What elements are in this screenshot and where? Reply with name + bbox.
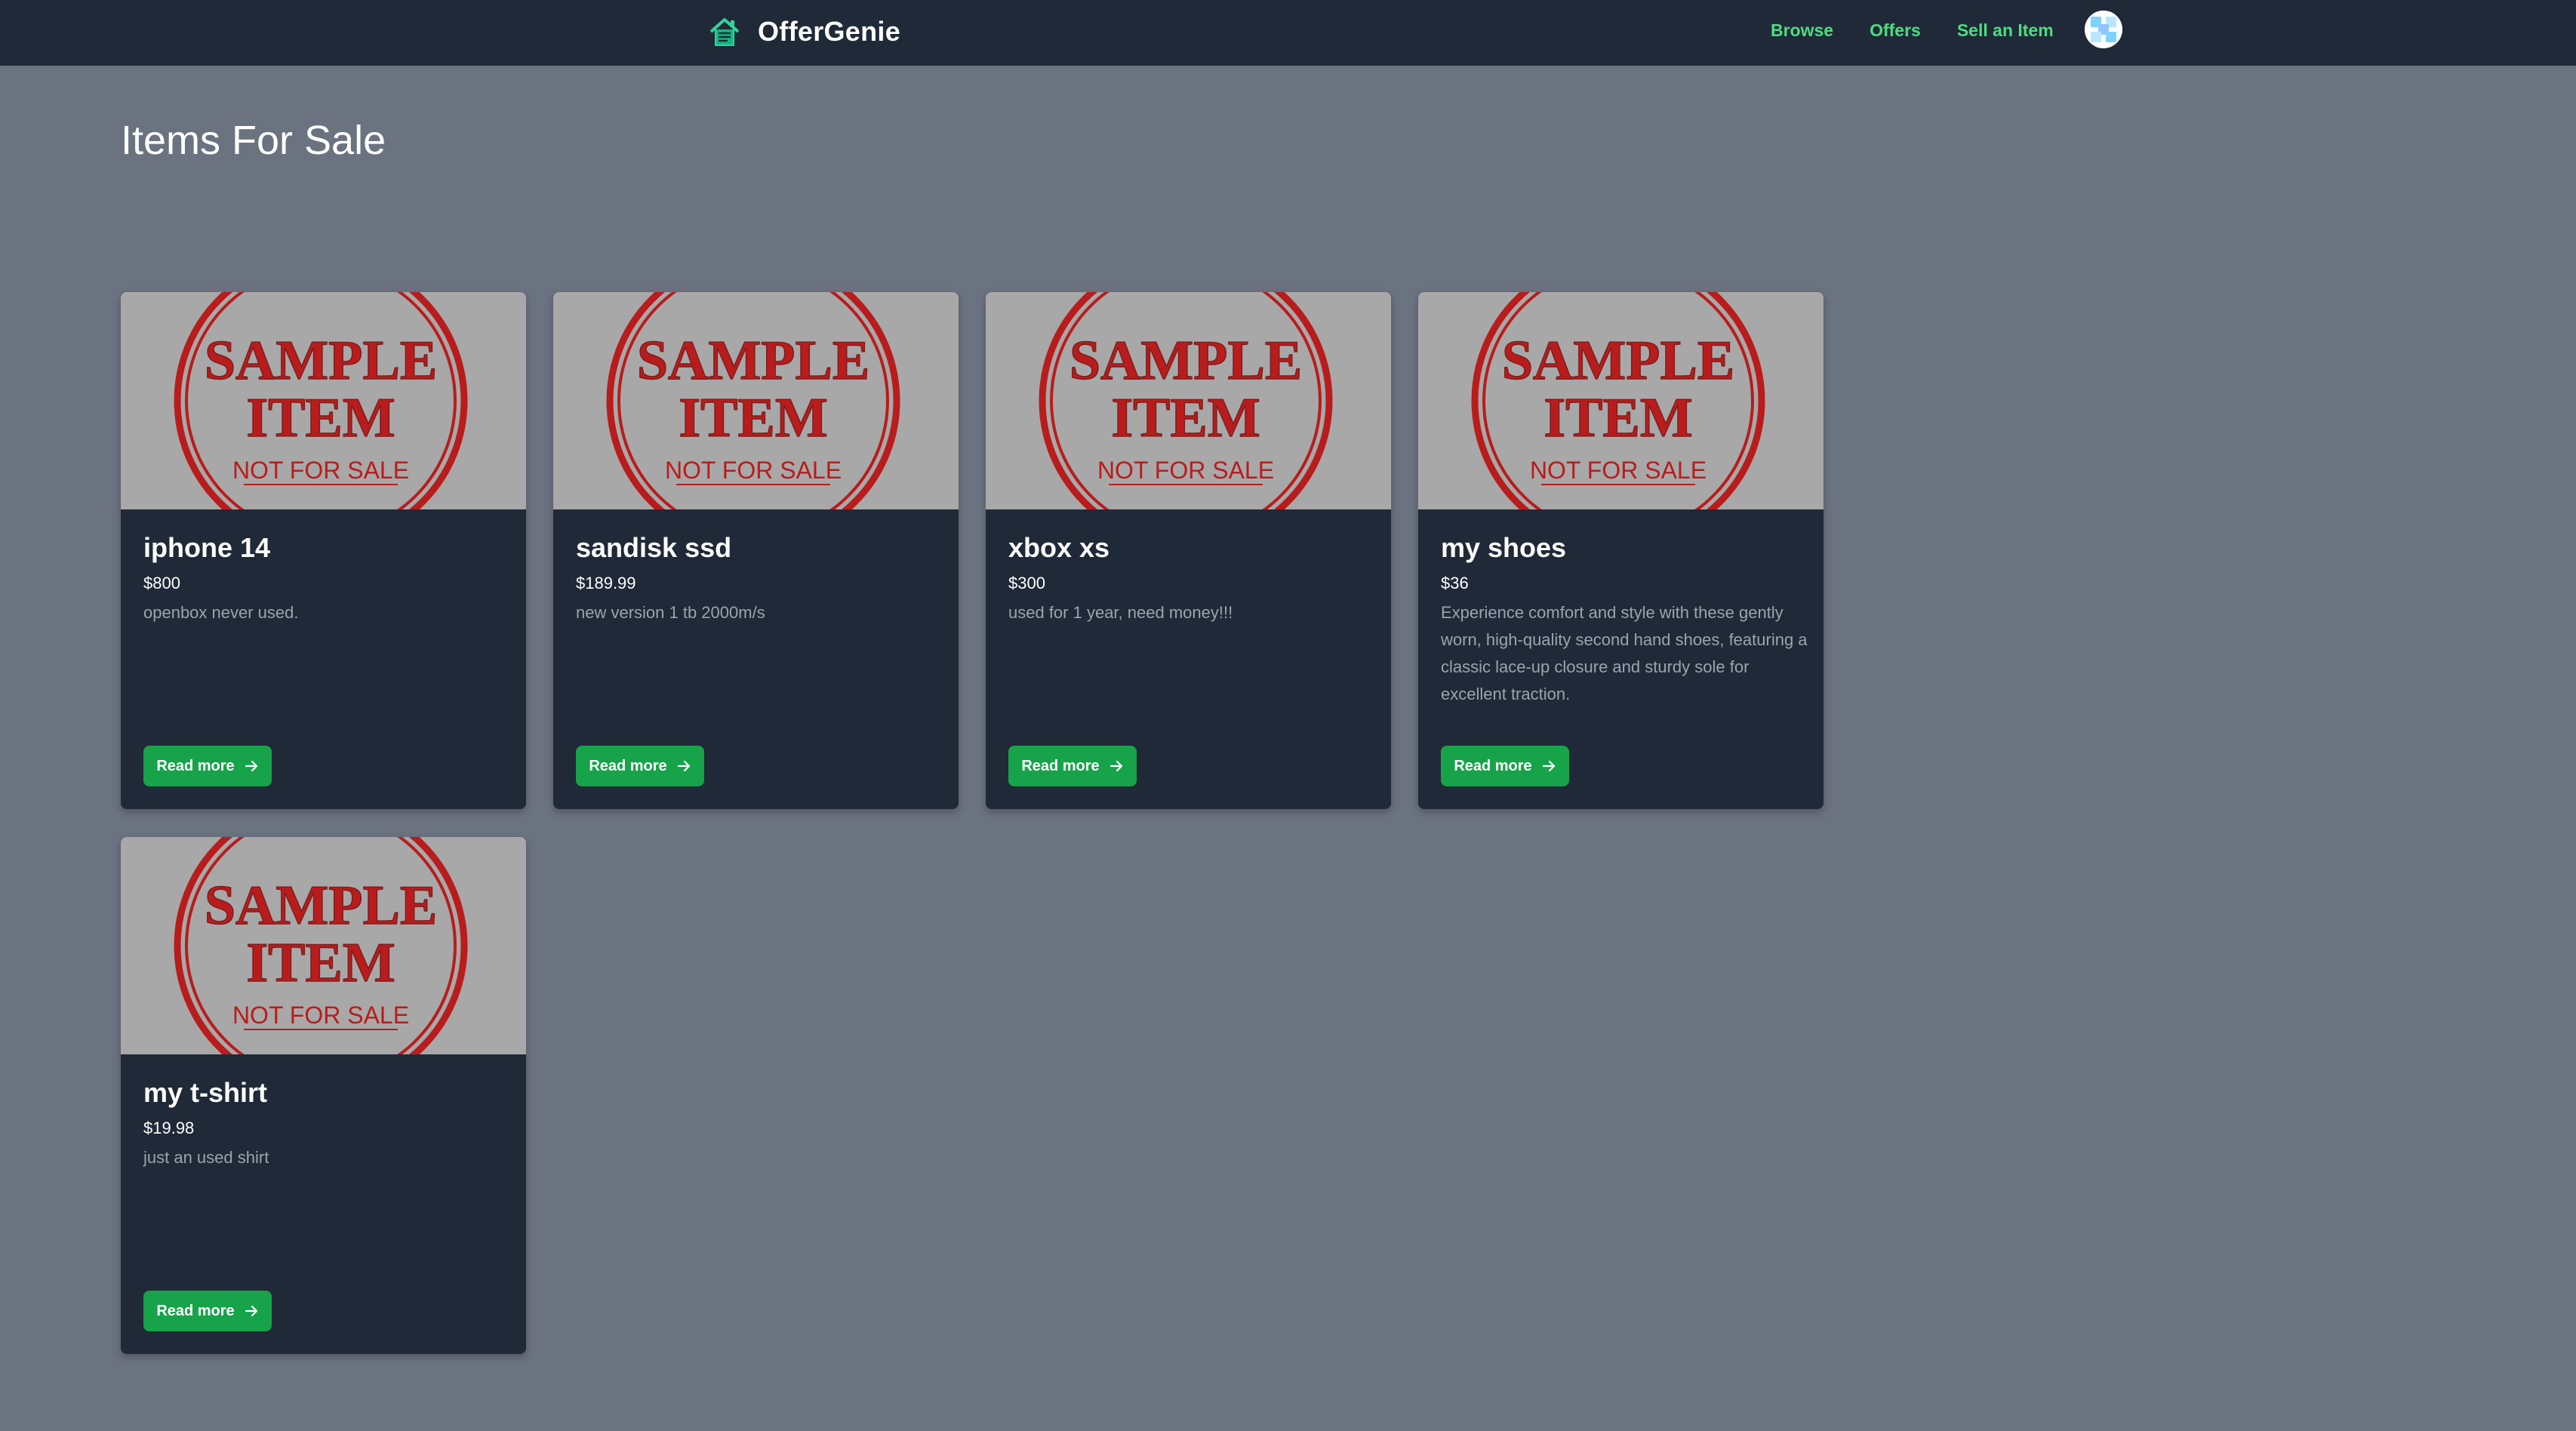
- svg-text:SAMPLE: SAMPLE: [1069, 330, 1302, 392]
- arrow-right-icon: [245, 760, 257, 772]
- sample-item-placeholder-image: SAMPLE ITEM NOT FOR SALE: [121, 837, 526, 1054]
- read-more-label: Read more: [156, 757, 235, 774]
- nav-links: Browse Offers Sell an Item: [1771, 15, 2054, 45]
- sample-item-placeholder-image: SAMPLE ITEM NOT FOR SALE: [986, 292, 1391, 509]
- svg-text:NOT FOR SALE: NOT FOR SALE: [665, 457, 842, 484]
- item-card: SAMPLE ITEM NOT FOR SALE my shoes $36 Ex…: [1418, 292, 1824, 809]
- item-image[interactable]: SAMPLE ITEM NOT FOR SALE: [121, 837, 526, 1054]
- svg-text:ITEM: ITEM: [246, 387, 395, 449]
- read-more-label: Read more: [1454, 757, 1532, 774]
- item-price: $36: [1441, 574, 1469, 592]
- nav-link-sell-an-item[interactable]: Sell an Item: [1957, 20, 2054, 41]
- item-card: SAMPLE ITEM NOT FOR SALE xbox xs $300 us…: [986, 292, 1391, 809]
- arrow-right-icon: [677, 760, 690, 772]
- house-logo-icon: [709, 18, 740, 46]
- item-description: used for 1 year, need money!!!: [1008, 603, 1233, 622]
- item-title: my shoes: [1441, 532, 1567, 563]
- item-card: SAMPLE ITEM NOT FOR SALE sandisk ssd $18…: [553, 292, 959, 809]
- item-title: sandisk ssd: [576, 532, 732, 563]
- read-more-label: Read more: [156, 1302, 235, 1319]
- svg-text:ITEM: ITEM: [1543, 387, 1692, 449]
- read-more-button[interactable]: Read more: [1008, 746, 1137, 786]
- arrow-right-icon: [1109, 760, 1122, 772]
- item-price: $189.99: [576, 574, 636, 592]
- item-title: iphone 14: [143, 532, 271, 563]
- user-avatar[interactable]: [2085, 11, 2122, 48]
- item-image[interactable]: SAMPLE ITEM NOT FOR SALE: [553, 292, 959, 509]
- svg-text:NOT FOR SALE: NOT FOR SALE: [232, 1002, 409, 1029]
- sample-item-placeholder-image: SAMPLE ITEM NOT FOR SALE: [553, 292, 959, 509]
- item-image[interactable]: SAMPLE ITEM NOT FOR SALE: [121, 292, 526, 509]
- item-price: $800: [143, 574, 180, 592]
- avatar-icon: [2085, 11, 2122, 48]
- svg-text:NOT FOR SALE: NOT FOR SALE: [1530, 457, 1707, 484]
- read-more-label: Read more: [1021, 757, 1100, 774]
- svg-text:SAMPLE: SAMPLE: [205, 875, 437, 937]
- item-title: xbox xs: [1008, 532, 1110, 563]
- arrow-right-icon: [1542, 760, 1555, 772]
- item-image[interactable]: SAMPLE ITEM NOT FOR SALE: [986, 292, 1391, 509]
- svg-text:SAMPLE: SAMPLE: [1502, 330, 1734, 392]
- svg-text:ITEM: ITEM: [246, 932, 395, 994]
- item-description: Experience comfort and style with these …: [1441, 603, 1808, 703]
- read-more-button[interactable]: Read more: [143, 746, 272, 786]
- sample-item-placeholder-image: SAMPLE ITEM NOT FOR SALE: [1418, 292, 1824, 509]
- item-description: new version 1 tb 2000m/s: [576, 603, 765, 622]
- item-price: $19.98: [143, 1119, 195, 1137]
- item-description: openbox never used.: [143, 603, 299, 622]
- brand-name: OfferGenie: [758, 16, 901, 47]
- item-card: SAMPLE ITEM NOT FOR SALE my t-shirt $19.…: [121, 837, 526, 1354]
- top-navbar: OfferGenie Browse Offers Sell an Item: [0, 0, 2576, 66]
- svg-text:SAMPLE: SAMPLE: [205, 330, 437, 392]
- read-more-button[interactable]: Read more: [1441, 746, 1569, 786]
- nav-link-offers[interactable]: Offers: [1870, 20, 1921, 41]
- page-title: Items For Sale: [121, 118, 386, 163]
- item-title: my t-shirt: [143, 1077, 268, 1108]
- svg-text:ITEM: ITEM: [679, 387, 827, 449]
- item-price: $300: [1008, 574, 1045, 592]
- nav-link-browse[interactable]: Browse: [1771, 20, 1833, 41]
- item-description: just an used shirt: [143, 1148, 269, 1167]
- svg-text:NOT FOR SALE: NOT FOR SALE: [232, 457, 409, 484]
- svg-text:ITEM: ITEM: [1111, 387, 1260, 449]
- read-more-button[interactable]: Read more: [576, 746, 704, 786]
- item-image[interactable]: SAMPLE ITEM NOT FOR SALE: [1418, 292, 1824, 509]
- sample-item-placeholder-image: SAMPLE ITEM NOT FOR SALE: [121, 292, 526, 509]
- arrow-right-icon: [245, 1305, 257, 1317]
- read-more-label: Read more: [589, 757, 667, 774]
- item-card: SAMPLE ITEM NOT FOR SALE iphone 14 $800 …: [121, 292, 526, 809]
- svg-text:SAMPLE: SAMPLE: [637, 330, 869, 392]
- read-more-button[interactable]: Read more: [143, 1291, 272, 1331]
- brand[interactable]: OfferGenie: [706, 11, 900, 53]
- svg-text:NOT FOR SALE: NOT FOR SALE: [1097, 457, 1274, 484]
